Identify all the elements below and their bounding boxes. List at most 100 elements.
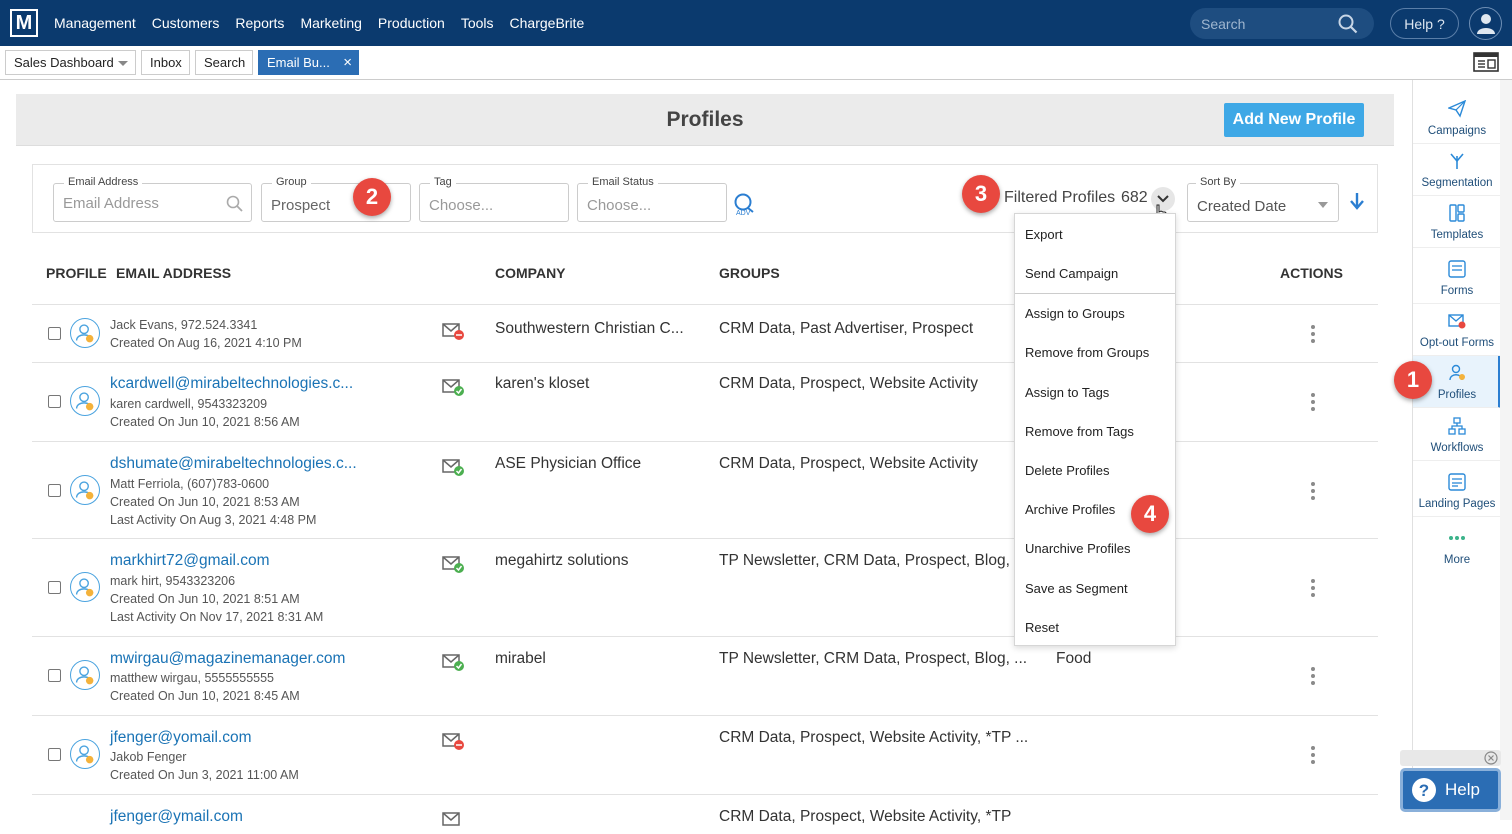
row-checkbox[interactable] — [48, 748, 61, 761]
menu-item-assign-to-groups[interactable]: Assign to Groups — [1025, 306, 1125, 321]
menu-item-archive-profiles[interactable]: Archive Profiles — [1025, 502, 1115, 517]
sidebar-item-forms[interactable]: Forms — [1413, 252, 1501, 304]
row-checkbox[interactable] — [48, 395, 61, 408]
layout-toggle-icon[interactable] — [1473, 52, 1499, 72]
help-button[interactable]: Help ? — [1390, 8, 1459, 39]
global-search-placeholder: Search — [1201, 15, 1246, 32]
row-email-link[interactable]: kcardwell@mirabeltechnologies.c... — [110, 375, 353, 393]
row-groups: CRM Data, Prospect, Website Activity — [719, 455, 978, 472]
sidebar-item-label: Campaigns — [1427, 125, 1487, 137]
sidebar-item-segmentation[interactable]: Segmentation — [1413, 144, 1501, 196]
menu-item-remove-from-tags[interactable]: Remove from Tags — [1025, 424, 1134, 439]
user-avatar-icon[interactable] — [1469, 7, 1502, 40]
menu-item-assign-to-tags[interactable]: Assign to Tags — [1025, 385, 1109, 400]
row-email-link[interactable]: jfenger@ymail.com — [110, 808, 243, 826]
paper-plane-icon — [1448, 100, 1466, 118]
nav-management[interactable]: Management — [54, 15, 136, 31]
nav-reports[interactable]: Reports — [235, 15, 284, 31]
tab-search[interactable]: Search — [195, 50, 253, 75]
sort-direction-icon[interactable] — [1350, 192, 1364, 210]
search-icon[interactable] — [1338, 14, 1358, 34]
nav-customers[interactable]: Customers — [152, 15, 220, 31]
group-value: Prospect — [271, 197, 331, 214]
email-address-filter[interactable]: Email Address Email Address — [53, 176, 252, 222]
row-actions-kebab-icon[interactable] — [1311, 746, 1315, 767]
tab-inbox[interactable]: Inbox — [141, 50, 190, 75]
menu-item-save-as-segment[interactable]: Save as Segment — [1025, 581, 1128, 596]
nav-marketing[interactable]: Marketing — [300, 15, 361, 31]
nav-production[interactable]: Production — [378, 15, 445, 31]
bulk-actions-menu: Export Send Campaign Assign to Groups Re… — [1014, 213, 1176, 646]
page-header: Profiles Add New Profile — [16, 94, 1394, 146]
tab-label: Email Bu... — [267, 55, 330, 70]
caret-down-icon[interactable] — [118, 61, 128, 66]
add-new-profile-button[interactable]: Add New Profile — [1224, 103, 1364, 137]
row-email-link[interactable]: jfenger@yomail.com — [110, 729, 252, 747]
sidebar-item-workflows[interactable]: Workflows — [1413, 409, 1501, 461]
table-row[interactable]: dshumate@mirabeltechnologies.c... Matt F… — [32, 441, 1378, 538]
row-email-link[interactable]: mwirgau@magazinemanager.com — [110, 650, 345, 668]
header-actions: ACTIONS — [1280, 265, 1343, 281]
row-checkbox[interactable] — [48, 669, 61, 682]
row-email-link[interactable]: dshumate@mirabeltechnologies.c... — [110, 455, 357, 473]
landing-pages-icon — [1448, 473, 1466, 491]
row-email-link[interactable]: markhirt72@gmail.com — [110, 552, 270, 570]
caret-down-icon — [1318, 202, 1328, 208]
row-created-line: Created On Jun 10, 2021 8:51 AM — [110, 592, 300, 606]
menu-item-unarchive-profiles[interactable]: Unarchive Profiles — [1025, 541, 1131, 556]
nav-chargebrite[interactable]: ChargeBrite — [510, 15, 585, 31]
row-contact-line: Jack Evans, 972.524.3341 — [110, 318, 258, 332]
sidebar-item-more[interactable]: More — [1413, 521, 1501, 573]
header-email-address[interactable]: EMAIL ADDRESS — [116, 265, 231, 281]
table-row[interactable]: markhirt72@gmail.com mark hirt, 95433232… — [32, 538, 1378, 636]
sidebar-item-opt-out-forms[interactable]: Opt-out Forms — [1413, 304, 1501, 356]
tab-email-builder[interactable]: Email Bu... × — [258, 50, 359, 75]
row-contact-line: karen cardwell, 9543323209 — [110, 397, 268, 411]
header-groups[interactable]: GROUPS — [719, 265, 780, 281]
table-row[interactable]: Jack Evans, 972.524.3341 Created On Aug … — [32, 304, 1378, 362]
email-status-filter[interactable]: Email Status Choose... — [577, 176, 727, 222]
tag-filter[interactable]: Tag Choose... — [419, 176, 569, 222]
help-widget-button[interactable]: ? Help — [1400, 768, 1501, 812]
close-icon[interactable]: × — [343, 54, 352, 71]
row-created-line: Created On Jun 10, 2021 8:53 AM — [110, 495, 300, 509]
global-search-input[interactable]: Search — [1190, 8, 1374, 39]
table-row[interactable]: jfenger@yomail.com Jakob Fenger Created … — [32, 715, 1378, 794]
header-company[interactable]: COMPANY — [495, 265, 566, 281]
help-widget-drag-handle[interactable] — [1400, 750, 1501, 766]
sidebar-item-landing-pages[interactable]: Landing Pages — [1413, 465, 1501, 517]
table-row[interactable]: jfenger@ymail.com CRM Data, Prospect, We… — [32, 794, 1378, 834]
email-valid-icon — [442, 812, 460, 826]
menu-item-reset[interactable]: Reset — [1025, 620, 1059, 635]
email-valid-icon — [442, 459, 464, 476]
advanced-search-button[interactable]: ADV — [733, 193, 757, 223]
menu-item-export[interactable]: Export — [1025, 227, 1063, 242]
row-checkbox[interactable] — [48, 581, 61, 594]
nav-tools[interactable]: Tools — [461, 15, 494, 31]
header-profile[interactable]: PROFILE — [46, 265, 107, 281]
menu-divider — [1015, 293, 1175, 294]
sidebar-item-templates[interactable]: Templates — [1413, 196, 1501, 248]
table-row[interactable]: mwirgau@magazinemanager.com matthew wirg… — [32, 636, 1378, 715]
sidebar-item-label: Landing Pages — [1418, 498, 1496, 510]
page-scrollbar[interactable] — [1500, 80, 1512, 820]
row-groups: CRM Data, Prospect, Website Activity — [719, 375, 978, 392]
row-checkbox[interactable] — [48, 484, 61, 497]
row-actions-kebab-icon[interactable] — [1311, 482, 1315, 503]
row-actions-kebab-icon[interactable] — [1311, 579, 1315, 600]
row-created-line: Created On Jun 10, 2021 8:45 AM — [110, 689, 300, 703]
row-actions-kebab-icon[interactable] — [1311, 667, 1315, 688]
sidebar-item-campaigns[interactable]: Campaigns — [1413, 92, 1501, 144]
workflows-icon — [1448, 417, 1466, 435]
table-row[interactable]: kcardwell@mirabeltechnologies.c... karen… — [32, 362, 1378, 441]
menu-item-send-campaign[interactable]: Send Campaign — [1025, 266, 1118, 281]
row-checkbox[interactable] — [48, 327, 61, 340]
menu-item-delete-profiles[interactable]: Delete Profiles — [1025, 463, 1110, 478]
row-actions-kebab-icon[interactable] — [1311, 393, 1315, 414]
row-actions-kebab-icon[interactable] — [1311, 325, 1315, 346]
app-logo[interactable]: M — [10, 9, 38, 37]
sort-by-select[interactable]: Sort By Created Date — [1187, 176, 1339, 222]
close-icon[interactable] — [1484, 751, 1498, 765]
menu-item-remove-from-groups[interactable]: Remove from Groups — [1025, 345, 1149, 360]
tab-sales-dashboard[interactable]: Sales Dashboard — [5, 50, 136, 75]
